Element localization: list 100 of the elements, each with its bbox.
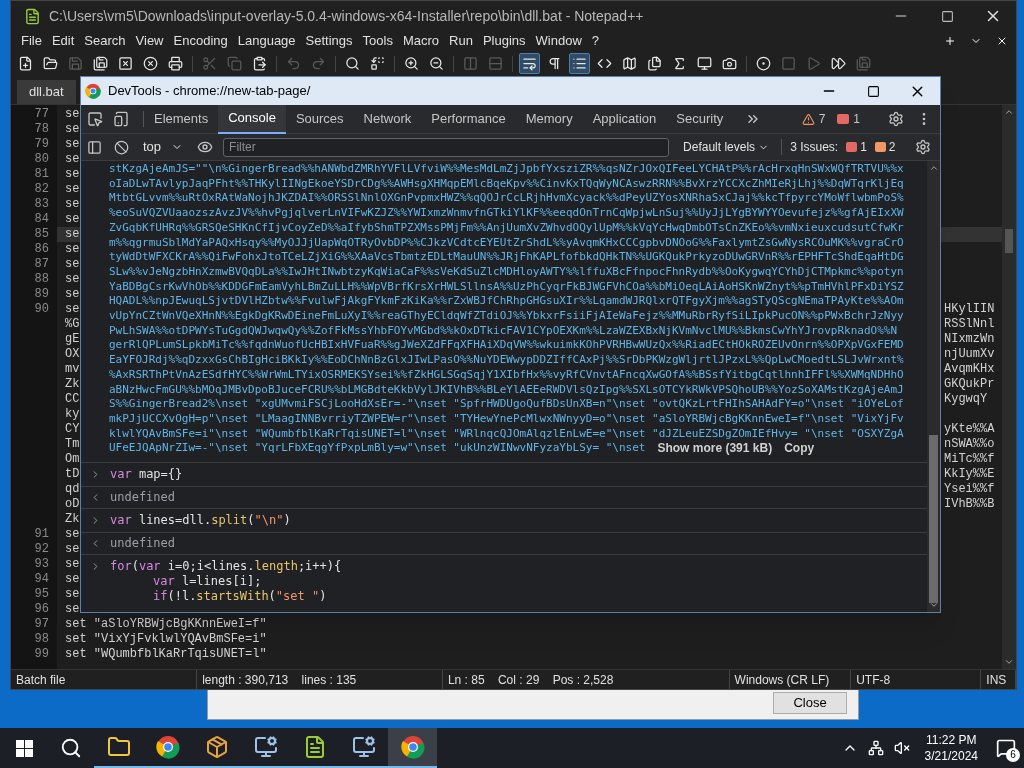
code-text: tD	[65, 467, 80, 481]
file-tab[interactable]: dll.bat	[17, 80, 76, 104]
volume-muted-icon[interactable]	[893, 740, 910, 756]
warning-count[interactable]: 7	[818, 110, 826, 128]
devtools-tab[interactable]: Security	[666, 104, 734, 134]
menu-item[interactable]: Encoding	[168, 31, 233, 51]
output-text: SLw%%vJeNgzbHnXzmwBVQqDLa%%IwJHtINwbtzyKqWiaCaF%%sVeKdSuZlcMDHloyAWTY%%lffuXBcFfnpocFhnRydb%%OoKygwqYCYhDjCTMpkmc%%potyn	[109, 264, 904, 280]
editor-scrollbar[interactable]	[1002, 105, 1016, 669]
sidebar-icon[interactable]	[87, 139, 102, 155]
line-number: 98	[34, 632, 49, 646]
code-text: Zk	[65, 377, 80, 391]
line-number: 77	[34, 107, 49, 121]
clock-date[interactable]: 3/21/2024	[924, 748, 978, 764]
new-tab-icon[interactable]	[944, 35, 956, 47]
clear-icon[interactable]	[114, 139, 129, 155]
context-dropdown[interactable]: top	[143, 137, 184, 157]
output-text: S%%GingerBread2%\nset "xgUMvmiFSCjLooHdXsEr=-"\nset "SpfrHWDUgoQufBDsUnXB=n"\nset "ovtQKzLrtFHIhSAHAdFY=o"\nset "iOYeLof	[109, 397, 904, 412]
list-icon[interactable]	[569, 53, 590, 74]
network-icon[interactable]	[867, 740, 884, 756]
issue-count[interactable]: 2	[888, 138, 896, 156]
issue-count[interactable]: 1	[860, 138, 867, 156]
devtools-tab[interactable]: Elements	[144, 104, 219, 134]
notepad-icon	[24, 7, 41, 25]
scroll-up-icon[interactable]	[1004, 107, 1014, 117]
menu-item[interactable]: View	[130, 31, 169, 51]
show-more-button[interactable]: Show more (391 kB)	[657, 441, 773, 457]
output-text: HQADL%%npJEwuqLSjvtDVlHZbtw%%FvulwFjAkgFYkmFzKiKa%%rZxWBJfChRhpGHGsuXIr%%LqamdWJRQlxrQTFgyXjm%%agSTyQScgNEmaTPAyKte%%AOm	[109, 294, 904, 310]
eye-icon[interactable]	[197, 139, 214, 155]
notification-icon[interactable]	[996, 738, 1016, 758]
search-icon[interactable]	[60, 737, 82, 759]
line-number: 87	[34, 257, 49, 271]
maximize-icon[interactable]	[867, 84, 880, 98]
devtools-tab[interactable]: Console	[218, 104, 286, 134]
line-number: 78	[34, 122, 49, 136]
scroll-thumb[interactable]	[1005, 229, 1013, 253]
devtools-tab[interactable]: Application	[582, 104, 667, 134]
inspect-icon[interactable]	[87, 111, 103, 127]
devtools-tab[interactable]: Sources	[285, 104, 354, 134]
devtools-tab[interactable]: Performance	[421, 104, 516, 134]
code-text: IVhB%%B	[944, 497, 995, 511]
scroll-down-icon[interactable]	[1004, 657, 1014, 667]
status-text: length : 390,713 lines : 135	[202, 671, 357, 689]
scroll-up-icon[interactable]	[928, 163, 939, 173]
menu-item[interactable]: Macro	[397, 31, 445, 51]
clock-time[interactable]: 11:22 PM	[926, 732, 977, 748]
code-text: se	[65, 182, 80, 196]
close-tab-icon[interactable]	[996, 35, 1008, 47]
status-text: Batch file	[16, 671, 66, 689]
device-icon[interactable]	[113, 111, 129, 127]
code-line: if(!l.startsWith("set ")	[153, 589, 328, 605]
code-text: se	[65, 242, 80, 256]
output-text: YaBDBgCsrKwVhOb%%KDDGFmEamVyhLBmZuLLH%%WpVBrfKrsXrHWLSllnsA%%UzPhCyqrFkBJWGFVhCOa%%bMiOeqLAiAoHSKnWZnyt%%pTmHVhlPFxDiYSZ	[109, 279, 904, 295]
filter-field[interactable]: Filter	[223, 137, 670, 157]
output-text: gerRlQPLumSLpkbMiTc%%fqdnWuofUcHBIxHVFuaR%%gJWeXZdFFqXFHAiXDqVW%%wkuimkKOhPVRHBwWUzQx%%RiadECtHOkROZEUvOnrn%%OPXpVGxFEMD	[109, 338, 904, 354]
monitor-icon	[351, 735, 376, 759]
code-line: var l=lines[i];	[153, 574, 263, 590]
result-text: undefined	[110, 490, 176, 506]
copy-button[interactable]: Copy	[784, 441, 815, 457]
issues-label: 3 Issues:	[790, 139, 839, 156]
line-number: 92	[34, 542, 49, 556]
devtools-tab[interactable]: Network	[353, 104, 422, 134]
scroll-thumb[interactable]	[929, 435, 938, 603]
output-text: ZvGqbKfUHRq%%GRSQeSHKnCfIjvCoyZeD%%aIfybShmTPZXMssPMjFm%%AnjUumXvZWhvdOQylUpM%%kVqYcHwqDmbOTsCnZKEo%%vmNxieuxcudsutCfwKr	[109, 220, 904, 236]
menu-item[interactable]: Plugins	[477, 31, 531, 51]
code-text: qd	[65, 482, 80, 496]
wrap-icon[interactable]	[519, 53, 540, 74]
levels-dropdown[interactable]: Default levels	[683, 138, 770, 156]
taskbar-app[interactable]	[388, 728, 437, 768]
result-text: undefined	[110, 536, 176, 552]
code-text: se	[65, 122, 80, 136]
start-icon[interactable]	[16, 739, 33, 757]
menu-item[interactable]: Run	[444, 31, 478, 51]
code-text: MiTc%%f	[944, 452, 995, 466]
code-text: yKte%%A	[944, 422, 995, 436]
code-text: Zk	[65, 512, 80, 526]
scrollbar[interactable]	[927, 161, 940, 612]
status-text: UTF-8	[856, 671, 891, 689]
close-button[interactable]: Close	[773, 692, 847, 714]
menu-item[interactable]: Window	[530, 31, 587, 51]
menu-item[interactable]: Search	[79, 31, 131, 51]
code-text: njUumXv	[944, 347, 995, 361]
code-text: set "aSloYRBWjcBgKKnnEweI=f"	[65, 617, 267, 631]
console-settings-icon[interactable]	[915, 139, 931, 155]
line-number: 94	[34, 572, 49, 586]
code-text: se	[65, 602, 80, 616]
menu-item[interactable]: Tools	[357, 31, 398, 51]
devtools-tab[interactable]: Memory	[515, 104, 583, 134]
line-number: 86	[34, 242, 49, 256]
settings-icon[interactable]	[888, 111, 904, 127]
menu-item[interactable]: Edit	[46, 31, 80, 51]
maximize-icon[interactable]	[941, 9, 954, 23]
error-count[interactable]: 1	[853, 110, 860, 128]
menu-item[interactable]: Language	[232, 31, 301, 51]
menu-item[interactable]: File	[16, 31, 47, 51]
scroll-down-icon[interactable]	[928, 600, 939, 610]
code-text: Om	[65, 452, 80, 466]
menu-item[interactable]: ?	[586, 31, 605, 51]
chrome-icon	[155, 735, 180, 759]
code-text: HKylIIN	[944, 302, 995, 316]
menu-item[interactable]: Settings	[300, 31, 358, 51]
